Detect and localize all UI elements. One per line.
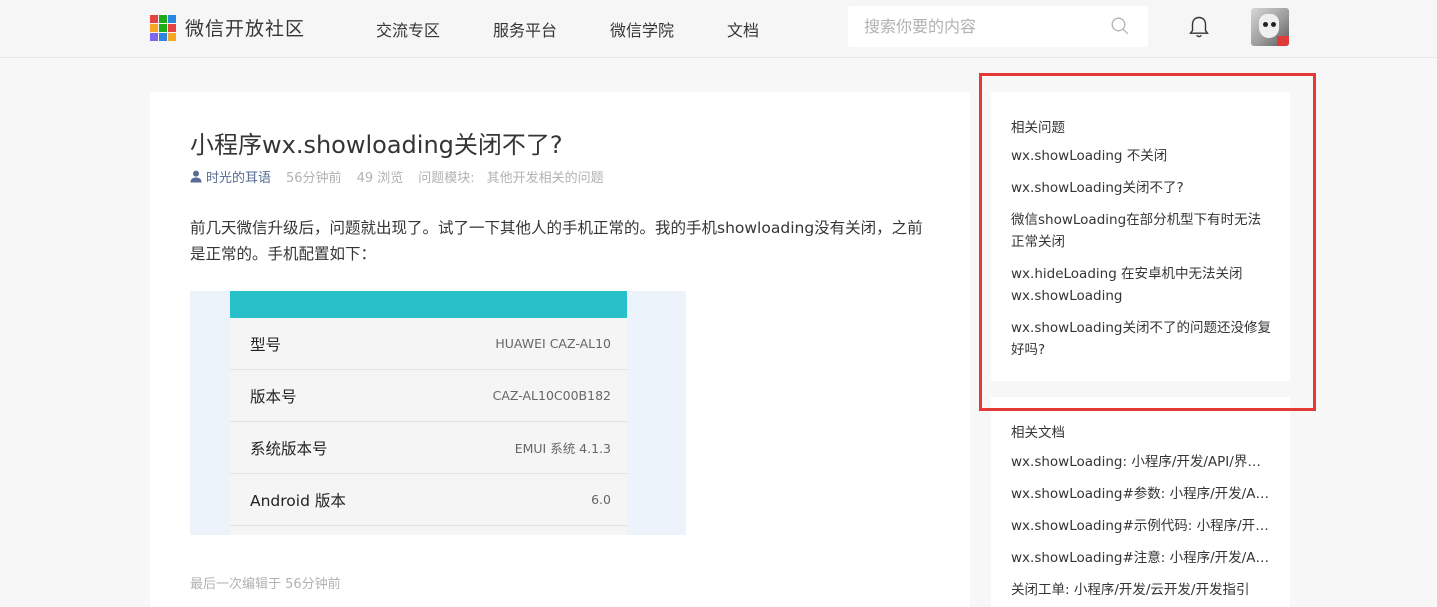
site-title: 微信开放社区: [185, 18, 306, 40]
module-value[interactable]: 其他开发相关的问题: [487, 167, 604, 186]
related-doc-link[interactable]: 关闭工单: 小程序/开发/云开发/开发指引: [1011, 579, 1269, 601]
main-nav: 交流专区 服务平台 微信学院 文档: [376, 0, 812, 58]
related-doc-link[interactable]: wx.showLoading#参数: 小程序/开发/API/界面: [1011, 483, 1269, 505]
spec-value: 6.0: [591, 492, 611, 507]
question-title: 小程序wx.showloading关闭不了?: [190, 131, 563, 159]
search-icon[interactable]: [1111, 17, 1129, 35]
user-avatar[interactable]: [1251, 8, 1289, 46]
nav-item-community[interactable]: 交流专区: [376, 17, 440, 41]
related-doc-link[interactable]: wx.showLoading#注意: 小程序/开发/API/界面: [1011, 547, 1269, 569]
related-docs-title: 相关文档: [1011, 425, 1065, 441]
spec-value: CAZ-AL10C00B182: [492, 388, 611, 403]
bell-icon[interactable]: [1188, 15, 1210, 39]
screenshot-spec-list: 型号 HUAWEI CAZ-AL10 版本号 CAZ-AL10C00B182 系…: [230, 318, 627, 535]
site-logo[interactable]: 微信开放社区: [150, 14, 305, 41]
spec-row: Android 版本 6.0: [230, 474, 627, 526]
nav-item-docs[interactable]: 文档: [727, 17, 759, 41]
logo-grid-icon: [150, 14, 176, 41]
nav-item-services[interactable]: 服务平台: [493, 17, 557, 41]
related-doc-link[interactable]: wx.showLoading#示例代码: 小程序/开发/API: [1011, 515, 1269, 537]
nav-item-academy[interactable]: 微信学院: [610, 17, 674, 41]
spec-row: 版本号 CAZ-AL10C00B182: [230, 370, 627, 422]
module-label: 问题模块:: [418, 171, 475, 186]
post-time: 56分钟前: [286, 171, 342, 186]
spec-row: 型号 HUAWEI CAZ-AL10: [230, 318, 627, 370]
highlight-annotation-box: [979, 73, 1316, 411]
last-edited: 最后一次编辑于 56分钟前: [190, 577, 341, 592]
question-meta: 时光的耳语 56分钟前 49 浏览 问题模块: 其他开发相关的问题: [190, 167, 604, 186]
view-count: 49 浏览: [356, 171, 404, 186]
author-link[interactable]: 时光的耳语: [206, 167, 271, 186]
phone-screenshot: 型号 HUAWEI CAZ-AL10 版本号 CAZ-AL10C00B182 系…: [190, 291, 686, 535]
question-body: 前几天微信升级后，问题就出现了。试了一下其他人的手机正常的。我的手机showlo…: [190, 219, 923, 263]
search-box: [848, 6, 1148, 47]
search-input[interactable]: [848, 6, 1098, 47]
related-docs-panel: 相关文档 wx.showLoading: 小程序/开发/API/界面/交互 wx…: [991, 397, 1290, 607]
spec-key: 版本号: [250, 387, 297, 406]
top-header: 微信开放社区 交流专区 服务平台 微信学院 文档: [0, 0, 1437, 58]
spec-row: 系统版本号 EMUI 系统 4.1.3: [230, 422, 627, 474]
spec-value: EMUI 系统 4.1.3: [514, 441, 611, 456]
spec-key: 系统版本号: [250, 439, 328, 458]
screenshot-header-bar: [230, 291, 627, 318]
user-icon: [190, 170, 202, 183]
spec-key: Android 版本: [250, 491, 346, 510]
spec-value: HUAWEI CAZ-AL10: [495, 336, 611, 351]
spec-key: 型号: [250, 335, 282, 354]
question-card: 小程序wx.showloading关闭不了? 时光的耳语 56分钟前 49 浏览…: [150, 92, 970, 607]
related-doc-link[interactable]: wx.showLoading: 小程序/开发/API/界面/交互: [1011, 451, 1269, 473]
